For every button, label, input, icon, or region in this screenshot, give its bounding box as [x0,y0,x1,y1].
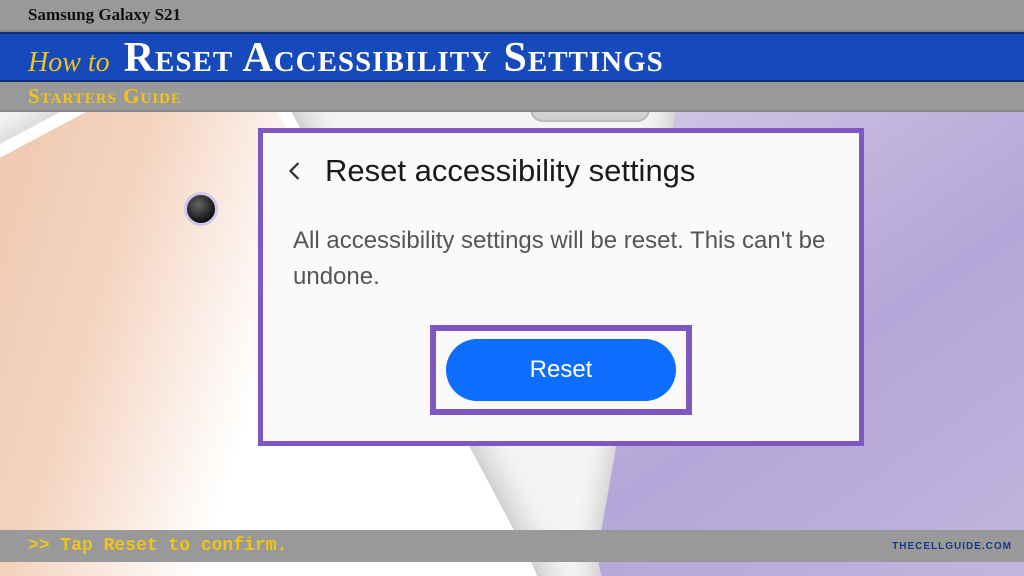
title-bars: Samsung Galaxy S21 How to Reset Accessib… [0,0,1024,112]
reset-dialog: Reset accessibility settings All accessi… [258,128,864,446]
main-title-bar: How to Reset Accessibility Settings [0,32,1024,82]
dialog-title: Reset accessibility settings [325,153,695,189]
caption-text: >> Tap Reset to confirm. [28,536,287,556]
reset-button[interactable]: Reset [446,339,676,401]
device-bar: Samsung Galaxy S21 [0,0,1024,32]
reset-button-row: Reset [263,325,859,415]
reset-highlight-box: Reset [430,325,692,415]
source-attribution: THECELLGUIDE.COM [892,541,1012,552]
back-icon[interactable] [281,157,309,185]
howto-prefix: How to [28,47,110,79]
subtitle: Starters Guide [28,84,182,109]
dialog-body-text: All accessibility settings will be reset… [263,199,859,325]
caption-bar: >> Tap Reset to confirm. THECELLGUIDE.CO… [0,530,1024,562]
caption-body: Tap Reset to confirm. [60,536,287,556]
dialog-header: Reset accessibility settings [263,139,859,199]
phone-camera-lens [184,192,218,226]
page-title: Reset Accessibility Settings [124,34,664,82]
caption-prefix: >> [28,536,60,556]
subtitle-bar: Starters Guide [0,82,1024,112]
device-name: Samsung Galaxy S21 [28,5,181,25]
